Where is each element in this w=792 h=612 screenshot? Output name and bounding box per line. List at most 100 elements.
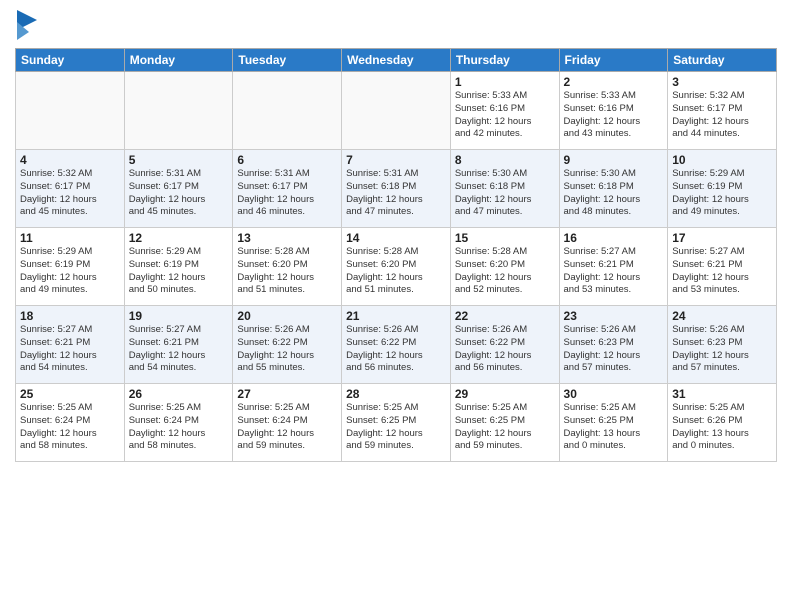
day-info: Daylight: 12 hours [237,428,337,441]
day-info: Sunrise: 5:25 AM [129,402,229,415]
day-info: Sunrise: 5:26 AM [672,324,772,337]
day-info: Sunset: 6:23 PM [672,337,772,350]
day-info: Sunrise: 5:25 AM [455,402,555,415]
calendar-cell [233,72,342,150]
week-row-5: 25Sunrise: 5:25 AMSunset: 6:24 PMDayligh… [16,384,777,462]
day-number: 15 [455,231,555,245]
day-info: Sunrise: 5:27 AM [672,246,772,259]
calendar-cell: 7Sunrise: 5:31 AMSunset: 6:18 PMDaylight… [342,150,451,228]
day-info: Sunrise: 5:26 AM [237,324,337,337]
day-info: Sunset: 6:26 PM [672,415,772,428]
day-header-wednesday: Wednesday [342,49,451,72]
day-info: Sunset: 6:21 PM [129,337,229,350]
day-info: Daylight: 12 hours [455,116,555,129]
day-info: Sunset: 6:17 PM [20,181,120,194]
day-info: and 50 minutes. [129,284,229,297]
calendar-cell: 12Sunrise: 5:29 AMSunset: 6:19 PMDayligh… [124,228,233,306]
day-info: and 43 minutes. [564,128,664,141]
logo [15,10,37,40]
day-number: 17 [672,231,772,245]
day-info: Sunset: 6:24 PM [237,415,337,428]
day-info: and 42 minutes. [455,128,555,141]
day-info: Sunrise: 5:28 AM [237,246,337,259]
day-info: and 47 minutes. [346,206,446,219]
calendar-cell: 6Sunrise: 5:31 AMSunset: 6:17 PMDaylight… [233,150,342,228]
day-info: Sunset: 6:21 PM [564,259,664,272]
day-info: Sunrise: 5:33 AM [564,90,664,103]
day-number: 22 [455,309,555,323]
day-number: 11 [20,231,120,245]
day-info: and 51 minutes. [237,284,337,297]
day-info: Daylight: 12 hours [455,350,555,363]
day-info: Sunrise: 5:25 AM [20,402,120,415]
day-info: Sunrise: 5:32 AM [20,168,120,181]
day-info: Sunset: 6:21 PM [672,259,772,272]
day-number: 2 [564,75,664,89]
calendar-cell: 30Sunrise: 5:25 AMSunset: 6:25 PMDayligh… [559,384,668,462]
day-number: 28 [346,387,446,401]
day-info: Daylight: 12 hours [346,194,446,207]
day-number: 8 [455,153,555,167]
calendar-cell: 20Sunrise: 5:26 AMSunset: 6:22 PMDayligh… [233,306,342,384]
day-info: and 48 minutes. [564,206,664,219]
day-info: Sunrise: 5:28 AM [455,246,555,259]
day-number: 1 [455,75,555,89]
day-info: Sunset: 6:25 PM [455,415,555,428]
calendar-cell: 11Sunrise: 5:29 AMSunset: 6:19 PMDayligh… [16,228,125,306]
day-info: Sunset: 6:16 PM [564,103,664,116]
day-info: and 58 minutes. [20,440,120,453]
day-info: and 57 minutes. [672,362,772,375]
day-info: Sunrise: 5:30 AM [455,168,555,181]
day-info: and 56 minutes. [346,362,446,375]
day-info: Sunrise: 5:32 AM [672,90,772,103]
day-info: Sunset: 6:19 PM [129,259,229,272]
calendar-cell: 27Sunrise: 5:25 AMSunset: 6:24 PMDayligh… [233,384,342,462]
day-info: Daylight: 12 hours [564,194,664,207]
day-number: 30 [564,387,664,401]
day-info: Daylight: 13 hours [672,428,772,441]
day-info: Sunrise: 5:33 AM [455,90,555,103]
day-info: and 45 minutes. [20,206,120,219]
week-row-2: 4Sunrise: 5:32 AMSunset: 6:17 PMDaylight… [16,150,777,228]
day-info: Daylight: 12 hours [346,272,446,285]
day-info: Sunset: 6:25 PM [346,415,446,428]
day-info: Daylight: 12 hours [672,350,772,363]
calendar-cell: 15Sunrise: 5:28 AMSunset: 6:20 PMDayligh… [450,228,559,306]
day-info: and 46 minutes. [237,206,337,219]
day-number: 14 [346,231,446,245]
calendar-cell: 23Sunrise: 5:26 AMSunset: 6:23 PMDayligh… [559,306,668,384]
day-number: 12 [129,231,229,245]
calendar-cell: 13Sunrise: 5:28 AMSunset: 6:20 PMDayligh… [233,228,342,306]
calendar-cell: 8Sunrise: 5:30 AMSunset: 6:18 PMDaylight… [450,150,559,228]
day-number: 27 [237,387,337,401]
day-info: Sunrise: 5:27 AM [564,246,664,259]
calendar-cell: 28Sunrise: 5:25 AMSunset: 6:25 PMDayligh… [342,384,451,462]
day-info: and 55 minutes. [237,362,337,375]
day-info: Sunrise: 5:30 AM [564,168,664,181]
day-info: Sunrise: 5:27 AM [129,324,229,337]
day-info: Sunrise: 5:25 AM [564,402,664,415]
calendar-cell: 17Sunrise: 5:27 AMSunset: 6:21 PMDayligh… [668,228,777,306]
day-info: Daylight: 12 hours [455,428,555,441]
day-info: and 45 minutes. [129,206,229,219]
day-info: Sunrise: 5:26 AM [564,324,664,337]
day-info: Sunrise: 5:29 AM [672,168,772,181]
day-info: Daylight: 12 hours [20,272,120,285]
calendar: SundayMondayTuesdayWednesdayThursdayFrid… [15,48,777,462]
calendar-cell: 21Sunrise: 5:26 AMSunset: 6:22 PMDayligh… [342,306,451,384]
day-header-thursday: Thursday [450,49,559,72]
calendar-cell: 25Sunrise: 5:25 AMSunset: 6:24 PMDayligh… [16,384,125,462]
day-info: Sunset: 6:18 PM [455,181,555,194]
day-info: Daylight: 12 hours [564,116,664,129]
day-number: 21 [346,309,446,323]
day-info: and 49 minutes. [672,206,772,219]
day-info: and 52 minutes. [455,284,555,297]
day-info: Sunset: 6:22 PM [455,337,555,350]
day-info: and 59 minutes. [237,440,337,453]
calendar-cell: 24Sunrise: 5:26 AMSunset: 6:23 PMDayligh… [668,306,777,384]
day-info: Sunrise: 5:26 AM [346,324,446,337]
day-number: 26 [129,387,229,401]
day-info: Sunset: 6:17 PM [129,181,229,194]
day-info: Daylight: 12 hours [672,272,772,285]
day-info: Sunrise: 5:27 AM [20,324,120,337]
